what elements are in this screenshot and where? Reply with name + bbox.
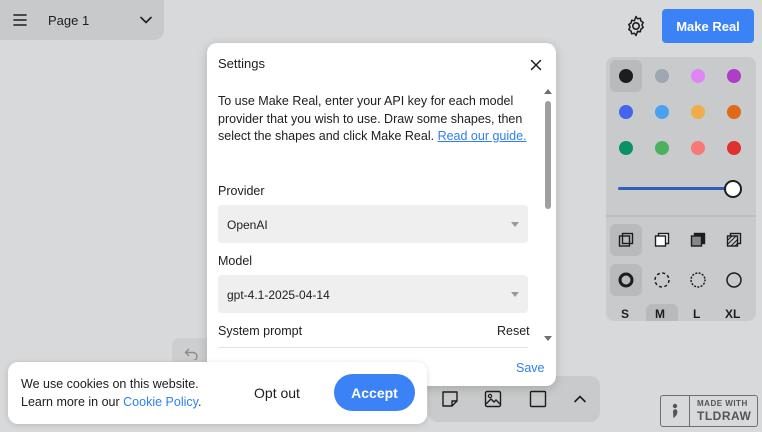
system-prompt-field[interactable] [218, 347, 528, 354]
color-dot [619, 105, 633, 119]
color-dot [727, 69, 741, 83]
color-dot [619, 69, 633, 83]
badge-line-1: MADE WITH [697, 399, 748, 408]
chevron-up-icon[interactable] [571, 390, 589, 408]
provider-label: Provider [218, 184, 265, 198]
color-swatch[interactable] [718, 60, 750, 92]
make-real-button[interactable]: Make Real [662, 9, 754, 43]
color-dot [727, 141, 741, 155]
guide-link[interactable]: Read our guide. [438, 129, 527, 143]
color-dot [691, 105, 705, 119]
color-swatch[interactable] [610, 96, 642, 128]
chevron-down-icon[interactable] [128, 16, 164, 24]
select-caret-icon [511, 222, 519, 227]
dialog-scrollbar[interactable] [543, 87, 553, 343]
badge-line-2: TLDRAW [697, 409, 752, 423]
dialog-title: Settings [218, 56, 265, 71]
made-with-tldraw-badge[interactable]: MADE WITH TLDRAW [660, 395, 758, 427]
color-dot [619, 141, 633, 155]
opacity-slider-track[interactable] [618, 187, 734, 190]
select-caret-icon [511, 292, 519, 297]
cookie-line-2-prefix: Learn more in our [21, 395, 124, 409]
color-dot [691, 141, 705, 155]
accept-button[interactable]: Accept [334, 374, 415, 411]
system-prompt-label: System prompt [218, 324, 303, 338]
fill-pattern-icon[interactable] [718, 224, 750, 256]
model-value: gpt-4.1-2025-04-14 [227, 288, 330, 302]
color-swatch[interactable] [610, 132, 642, 164]
provider-value: OpenAI [227, 218, 268, 232]
frame-icon[interactable] [529, 390, 547, 408]
scroll-down-icon[interactable] [544, 336, 552, 341]
color-dot [691, 69, 705, 83]
cookie-text: We use cookies on this website. Learn mo… [21, 375, 201, 411]
color-swatch[interactable] [718, 132, 750, 164]
scroll-up-icon[interactable] [544, 89, 552, 94]
fill-solid-icon[interactable] [682, 224, 714, 256]
color-dot [655, 105, 669, 119]
color-dot [655, 141, 669, 155]
image-icon[interactable] [484, 390, 502, 408]
color-swatch[interactable] [718, 96, 750, 128]
hamburger-icon[interactable] [0, 0, 40, 40]
page-menu[interactable]: Page 1 [0, 0, 164, 40]
dash-solid-icon[interactable] [718, 264, 750, 296]
style-panel: S M L XL [606, 57, 756, 321]
color-dot [655, 69, 669, 83]
dialog-body: To use Make Real, enter your API key for… [218, 93, 538, 146]
model-label: Model [218, 254, 253, 268]
color-swatch[interactable] [682, 96, 714, 128]
gear-icon[interactable] [624, 14, 648, 38]
size-l[interactable]: L [693, 307, 700, 321]
cookie-banner: We use cookies on this website. Learn mo… [8, 362, 427, 424]
panel-divider [606, 215, 756, 217]
color-swatch[interactable] [682, 60, 714, 92]
size-m[interactable]: M [655, 307, 665, 321]
close-icon[interactable] [525, 54, 547, 76]
color-swatch[interactable] [646, 96, 678, 128]
model-select[interactable]: gpt-4.1-2025-04-14 [218, 275, 528, 313]
color-swatch[interactable] [682, 132, 714, 164]
dash-draw-icon[interactable] [610, 264, 642, 296]
cookie-line-1: We use cookies on this website. [21, 377, 199, 391]
scroll-thumb[interactable] [545, 101, 551, 209]
note-icon[interactable] [441, 390, 459, 408]
save-button[interactable]: Save [516, 361, 545, 375]
settings-dialog: Settings To use Make Real, enter your AP… [207, 43, 556, 386]
tldraw-logo-icon [661, 396, 690, 426]
color-swatch[interactable] [646, 60, 678, 92]
opt-out-button[interactable]: Opt out [240, 377, 314, 409]
color-swatch[interactable] [646, 132, 678, 164]
intro-text: To use Make Real, enter your API key for… [218, 93, 538, 146]
reset-button[interactable]: Reset [497, 324, 530, 338]
dash-dashed-icon[interactable] [646, 264, 678, 296]
color-dot [727, 105, 741, 119]
opacity-slider-thumb[interactable] [724, 180, 742, 198]
cookie-line-2-suffix: . [197, 395, 202, 409]
fill-none-icon[interactable] [610, 224, 642, 256]
size-xl[interactable]: XL [725, 307, 740, 321]
color-swatch[interactable] [610, 60, 642, 92]
fill-semi-icon[interactable] [646, 224, 678, 256]
dash-dotted-icon[interactable] [682, 264, 714, 296]
cookie-line-2: Learn more in our Cookie Policy. [21, 393, 201, 411]
provider-select[interactable]: OpenAI [218, 205, 528, 243]
cookie-policy-link[interactable]: Cookie Policy [123, 395, 198, 409]
size-s[interactable]: S [621, 307, 629, 321]
page-title: Page 1 [48, 12, 90, 28]
